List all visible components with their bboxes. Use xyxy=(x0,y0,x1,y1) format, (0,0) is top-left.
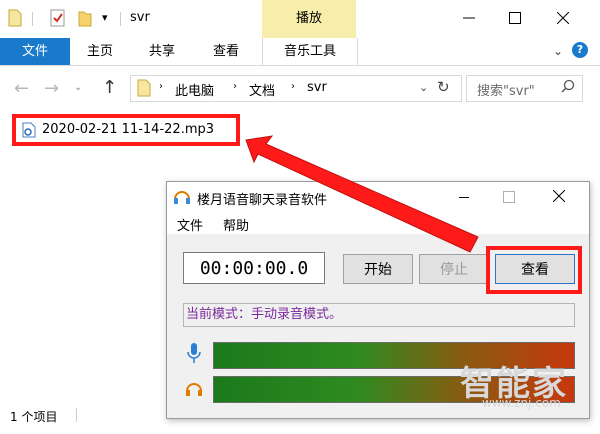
audio-file-icon xyxy=(22,122,36,142)
maximize-button[interactable] xyxy=(492,0,538,36)
back-arrow-icon[interactable]: ← xyxy=(14,78,29,99)
recorder-title: 楼月语音聊天录音软件 xyxy=(197,193,328,208)
up-arrow-icon[interactable]: ↑ xyxy=(102,77,117,98)
view-highlight-box xyxy=(486,246,582,294)
ribbon-tabs: 文件 主页 共享 查看 音乐工具 ⌄ ? xyxy=(0,38,600,66)
menu-help[interactable]: 帮助 xyxy=(223,215,249,234)
minimize-button[interactable] xyxy=(446,0,492,36)
refresh-icon[interactable]: ↻ xyxy=(437,78,450,96)
explorer-titlebar: ▾ svr 播放 xyxy=(0,0,600,38)
help-icon[interactable]: ? xyxy=(572,42,588,58)
status-item-count: 1 个项目 xyxy=(10,410,58,424)
rec-maximize-button xyxy=(503,191,515,203)
recorder-menubar: 文件 帮助 xyxy=(167,212,589,234)
chevron-right-icon[interactable]: › xyxy=(291,81,295,92)
breadcrumb-documents[interactable]: 文档 xyxy=(249,80,275,99)
status-divider xyxy=(76,408,77,422)
ribbon-tab-home[interactable]: 主页 xyxy=(78,38,122,65)
window-title: svr xyxy=(130,10,150,25)
ribbon-tab-file[interactable]: 文件 xyxy=(0,38,70,65)
headset-icon xyxy=(173,189,191,209)
context-tab-play[interactable]: 播放 xyxy=(262,0,356,38)
ribbon-tab-music-tools[interactable]: 音乐工具 xyxy=(262,38,358,65)
rec-minimize-button[interactable] xyxy=(459,197,469,198)
forward-arrow-icon[interactable]: → xyxy=(44,78,59,99)
file-icon[interactable] xyxy=(8,9,22,27)
stop-button: 停止 xyxy=(419,254,489,284)
qa-dropdown-icon[interactable]: ▾ xyxy=(102,11,108,24)
title-divider xyxy=(120,12,121,26)
chevron-right-icon[interactable]: › xyxy=(233,81,237,92)
recent-dropdown-icon[interactable]: ⌄ xyxy=(74,82,82,93)
breadcrumb-svr[interactable]: svr xyxy=(307,80,327,95)
watermark-url: www.znj.com xyxy=(482,396,561,410)
rec-close-button[interactable] xyxy=(552,189,566,206)
menu-file[interactable]: 文件 xyxy=(177,215,203,234)
search-placeholder: 搜索"svr" xyxy=(477,84,535,99)
file-name[interactable]: 2020-02-21 11-14-22.mp3 xyxy=(42,122,214,137)
address-dropdown-icon[interactable]: ⌄ xyxy=(419,81,428,94)
recorder-titlebar: 楼月语音聊天录音软件 xyxy=(167,182,589,212)
new-folder-icon[interactable] xyxy=(78,9,92,27)
ribbon-tab-share[interactable]: 共享 xyxy=(140,38,184,65)
address-bar[interactable]: › 此电脑 › 文档 › svr ⌄ ↻ xyxy=(130,75,462,102)
start-label: 开始 xyxy=(364,262,392,278)
stop-label: 停止 xyxy=(440,262,468,278)
list-item[interactable]: 2020-02-21 11-14-22.mp3 xyxy=(16,120,236,140)
time-display: 00:00:00.0 xyxy=(183,252,325,284)
breadcrumb-pc[interactable]: 此电脑 xyxy=(175,80,214,99)
close-button[interactable] xyxy=(540,0,586,36)
mode-status: 当前模式：手动录音模式。 xyxy=(183,303,575,327)
microphone-icon xyxy=(187,342,201,368)
search-icon[interactable] xyxy=(561,79,575,97)
qa-divider xyxy=(32,12,33,26)
ribbon-tab-view[interactable]: 查看 xyxy=(204,38,248,65)
search-input[interactable]: 搜索"svr" xyxy=(466,75,583,102)
ribbon-expand-icon[interactable]: ⌄ xyxy=(553,44,563,58)
start-button[interactable]: 开始 xyxy=(343,254,413,284)
properties-icon[interactable] xyxy=(50,9,65,27)
headphone-icon xyxy=(185,379,203,401)
chevron-right-icon[interactable]: › xyxy=(159,81,163,92)
folder-icon xyxy=(137,79,151,101)
